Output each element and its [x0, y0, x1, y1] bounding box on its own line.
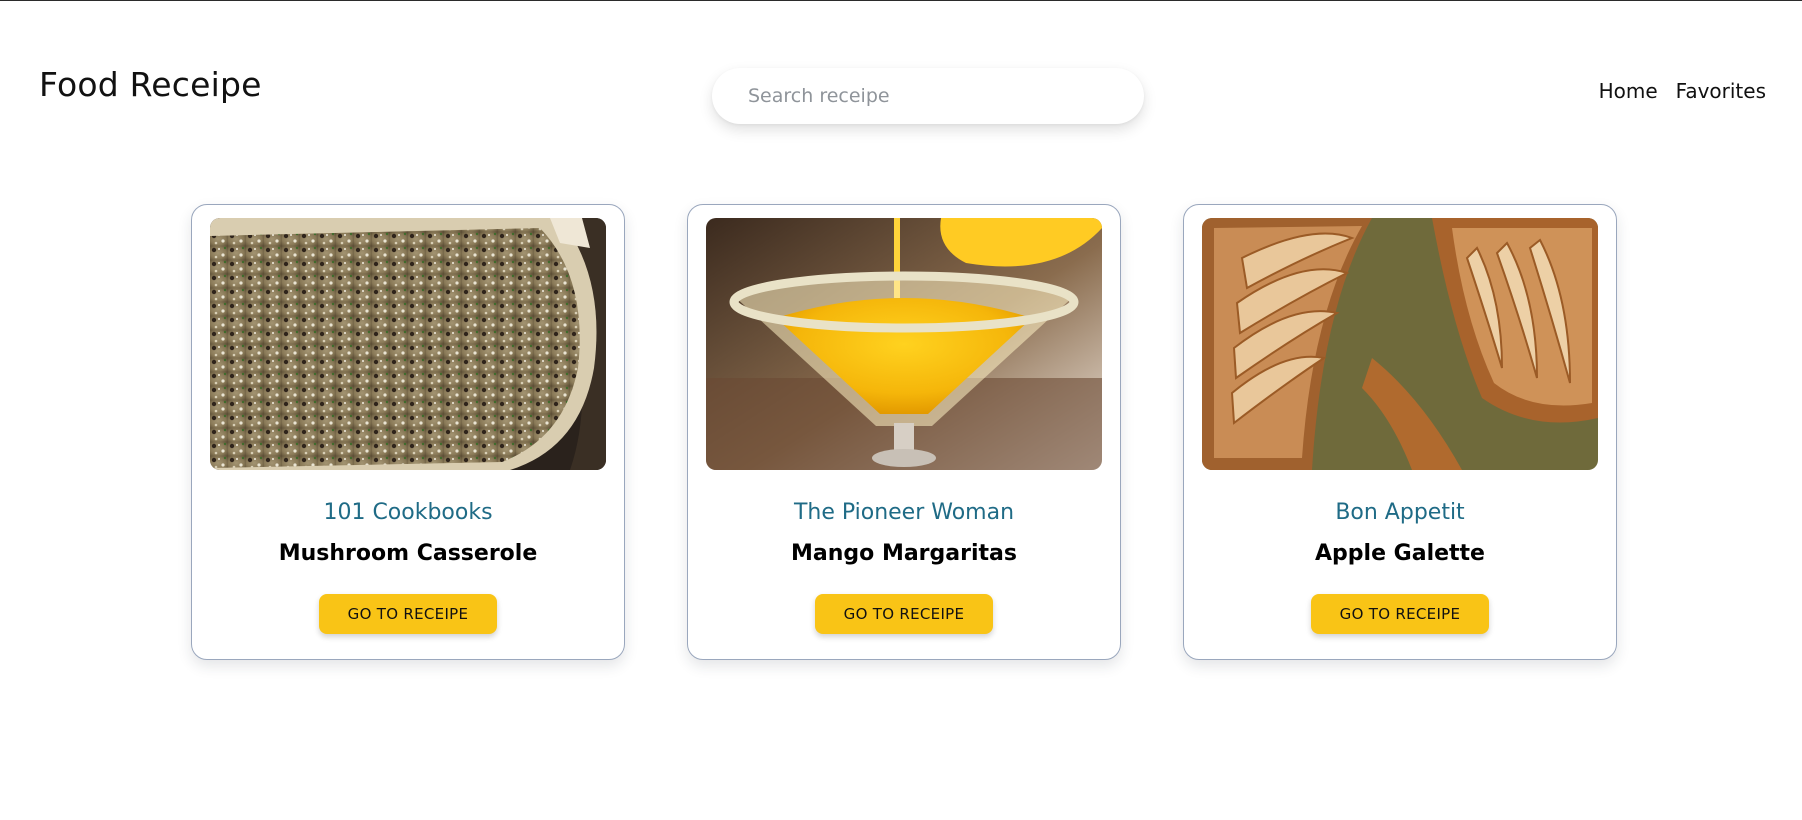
nav-home-link[interactable]: Home: [1599, 79, 1658, 103]
recipe-title: Mango Margaritas: [791, 541, 1017, 566]
page: Food Receipe Home Favorites: [0, 0, 1802, 820]
nav-favorites-link[interactable]: Favorites: [1676, 79, 1766, 103]
go-to-recipe-button[interactable]: GO TO RECEIPE: [815, 594, 993, 634]
recipe-card: Bon Appetit Apple Galette GO TO RECEIPE: [1183, 204, 1617, 660]
brand-title: Food Receipe: [39, 65, 262, 104]
go-to-recipe-button[interactable]: GO TO RECEIPE: [1311, 594, 1489, 634]
recipe-card: 101 Cookbooks Mushroom Casserole GO TO R…: [191, 204, 625, 660]
recipe-publisher: 101 Cookbooks: [323, 500, 493, 525]
recipe-publisher: The Pioneer Woman: [793, 500, 1015, 525]
recipe-image-margarita: [706, 218, 1102, 470]
recipe-title: Apple Galette: [1315, 541, 1485, 566]
search-bar[interactable]: [712, 68, 1144, 124]
recipe-image-galette: [1202, 218, 1598, 470]
search-input[interactable]: [712, 68, 1144, 124]
recipe-title: Mushroom Casserole: [278, 541, 538, 566]
recipe-image-casserole: [210, 218, 606, 470]
recipe-list: 101 Cookbooks Mushroom Casserole GO TO R…: [191, 204, 1617, 660]
recipe-publisher: Bon Appetit: [1335, 500, 1465, 525]
go-to-recipe-button[interactable]: GO TO RECEIPE: [319, 594, 497, 634]
top-nav: Home Favorites: [1599, 79, 1766, 103]
recipe-card: The Pioneer Woman Mango Margaritas GO TO…: [687, 204, 1121, 660]
